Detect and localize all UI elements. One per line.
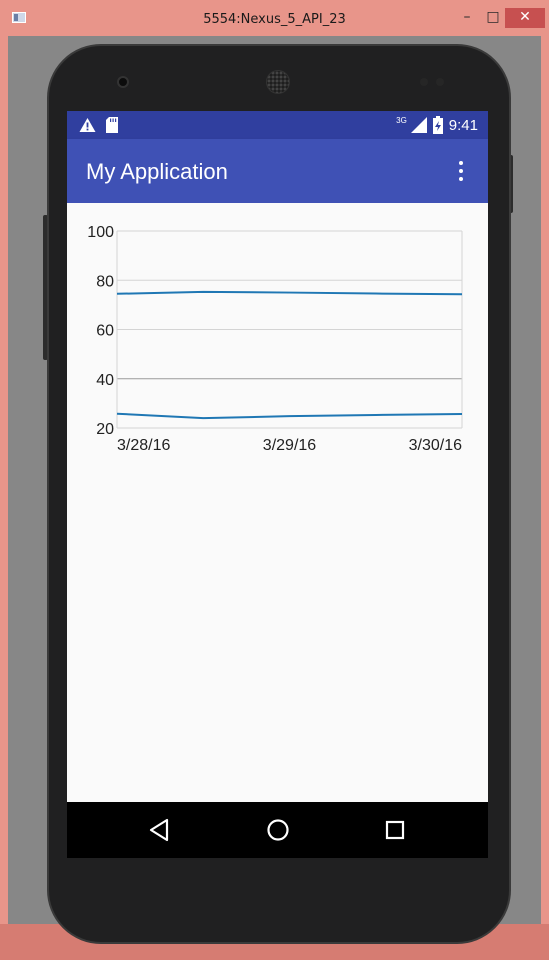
y-tick-label: 20: [96, 421, 114, 438]
back-icon[interactable]: [145, 816, 175, 844]
front-camera-icon: [117, 76, 129, 88]
sd-card-icon: [106, 117, 118, 133]
home-icon[interactable]: [263, 816, 293, 844]
battery-charging-icon: [432, 116, 443, 134]
window-titlebar[interactable]: 5554:Nexus_5_API_23 – □ ✕: [0, 0, 549, 36]
x-tick-label: 3/29/16: [263, 437, 316, 454]
light-sensor: [436, 78, 444, 86]
clock: 9:41: [448, 116, 478, 134]
proximity-sensor: [420, 78, 428, 86]
status-bar: 3G 9:41: [67, 111, 488, 139]
y-tick-label: 60: [96, 323, 114, 340]
earpiece-speaker: [266, 70, 290, 94]
phone-screen: 3G 9:41 My Application 100 80 60 40 20 3/28/1…: [67, 111, 488, 858]
navigation-bar: [67, 802, 488, 858]
series-line-2: [116, 412, 463, 420]
emulator-window: 5554:Nexus_5_API_23 – □ ✕ 3G 9:41 My App…: [0, 0, 549, 960]
network-type-label: 3G: [396, 115, 407, 125]
app-title: My Application: [86, 159, 228, 184]
app-toolbar: My Application: [67, 139, 488, 203]
close-button[interactable]: ✕: [505, 8, 545, 28]
line-chart: 100 80 60 40 203/28/16 3/29/16 3/30/16: [87, 224, 463, 454]
warning-icon: [79, 118, 96, 132]
x-tick-label: 3/28/16: [117, 437, 170, 454]
main-content: 100 80 60 40 20 3/28/16 3/29/16 3/30/16: [67, 203, 488, 802]
recents-icon[interactable]: [380, 816, 410, 844]
overflow-menu-icon[interactable]: [453, 158, 469, 184]
y-tick-label: 40: [96, 372, 114, 389]
minimize-button[interactable]: –: [456, 8, 478, 28]
y-tick-label: 80: [96, 273, 114, 290]
x-tick-label: 3/30/16: [409, 437, 462, 454]
y-tick-label: 100: [87, 224, 114, 241]
series-line-1: [116, 290, 463, 296]
maximize-button[interactable]: □: [482, 8, 504, 28]
signal-icon: [410, 117, 427, 133]
